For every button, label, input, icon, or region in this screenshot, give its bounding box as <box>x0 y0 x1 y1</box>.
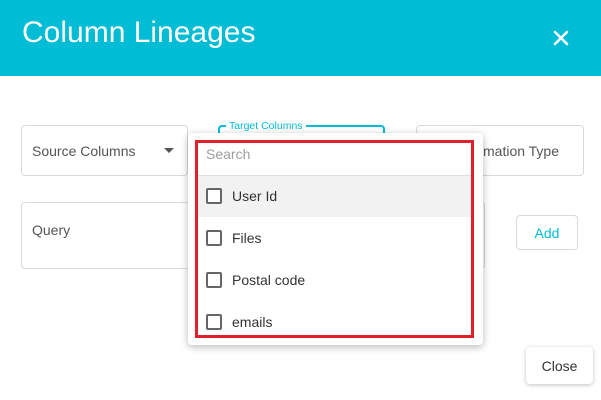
add-button[interactable]: Add <box>516 215 578 250</box>
close-icon[interactable] <box>547 24 575 52</box>
option-user-id[interactable]: User Id <box>198 176 471 217</box>
option-files[interactable]: Files <box>198 218 471 259</box>
checkbox[interactable] <box>206 314 222 330</box>
query-placeholder: Query <box>32 222 71 238</box>
dialog-header: Column Lineages <box>0 0 601 76</box>
option-label: Files <box>232 230 262 246</box>
option-emails[interactable]: emails <box>198 302 471 343</box>
option-label: User Id <box>232 188 278 204</box>
search-input[interactable]: Search <box>206 146 466 164</box>
dropdown-arrow-icon <box>164 148 174 153</box>
checkbox[interactable] <box>206 188 222 204</box>
checkbox[interactable] <box>206 272 222 288</box>
target-columns-label: Target Columns <box>226 119 306 133</box>
dialog-title: Column Lineages <box>22 16 256 49</box>
checkbox[interactable] <box>206 230 222 246</box>
source-columns-select[interactable]: Source Columns <box>21 125 188 176</box>
transformation-type-label: mation Type <box>483 143 560 159</box>
option-label: emails <box>232 314 273 330</box>
option-label: Postal code <box>232 272 306 288</box>
source-columns-label: Source Columns <box>32 143 136 159</box>
close-button[interactable]: Close <box>526 347 593 384</box>
option-postal-code[interactable]: Postal code <box>198 260 471 301</box>
